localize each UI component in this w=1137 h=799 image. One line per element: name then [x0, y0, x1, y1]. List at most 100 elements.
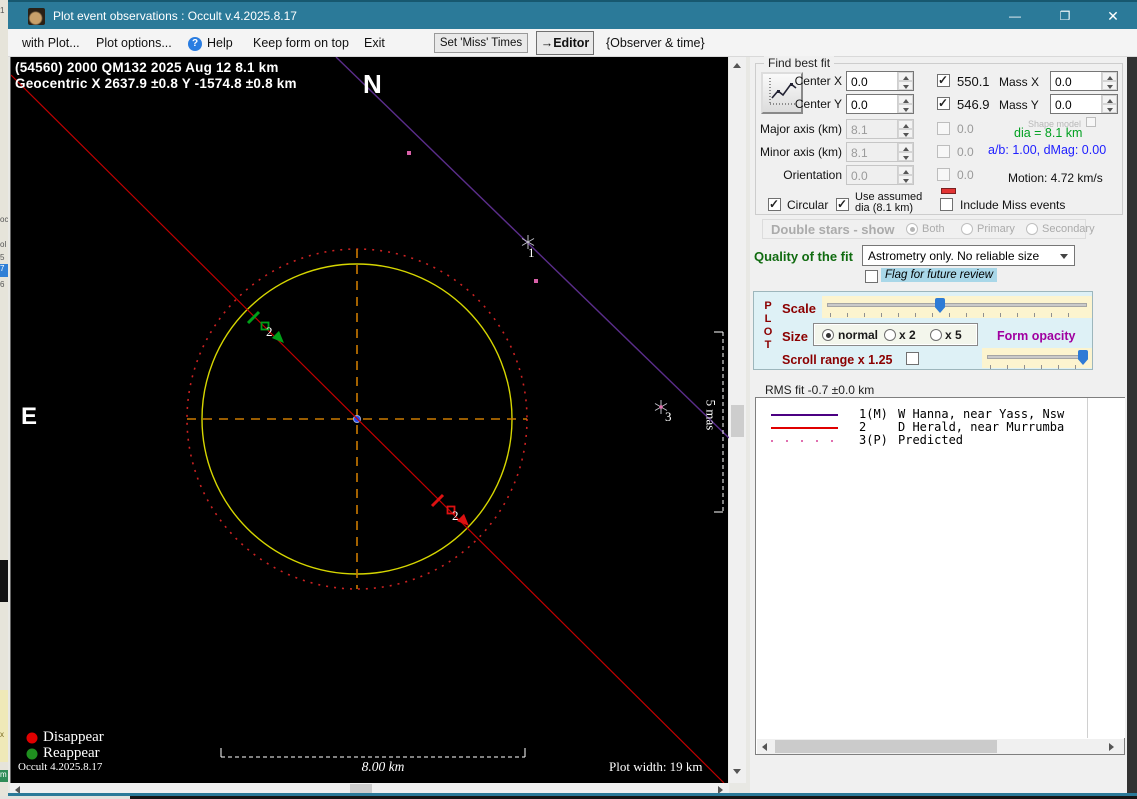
list-hscroll-thumb[interactable] — [775, 740, 997, 753]
maximize-button[interactable]: ❒ — [1048, 2, 1082, 31]
minor-axis-unc-value: 0.0 — [957, 145, 974, 159]
scroll-down-icon[interactable] — [733, 769, 741, 774]
size-normal-radio[interactable] — [822, 329, 834, 341]
north-label: N — [363, 69, 382, 99]
center-y-spinner[interactable]: 0.0 — [846, 94, 914, 114]
menu-keep-form-on-top[interactable]: Keep form on top — [253, 36, 349, 50]
orientation-value: 0.0 — [851, 169, 868, 183]
flag-review-label: Flag for future review — [881, 268, 998, 282]
list-hscrollbar[interactable] — [757, 739, 1124, 754]
predicted-dot — [534, 279, 538, 283]
star-y-checkbox[interactable] — [937, 96, 950, 110]
shape-model-checkbox[interactable] — [1086, 117, 1096, 127]
predicted-dot — [407, 151, 411, 155]
quality-value: Astrometry only. No reliable size — [868, 249, 1040, 263]
include-miss-checkbox[interactable] — [940, 198, 953, 211]
menu-plot-options[interactable]: Plot options... — [96, 36, 172, 50]
size-normal-label: normal — [838, 328, 879, 342]
center-x-value[interactable]: 0.0 — [847, 72, 897, 90]
window-title: Plot event observations : Occult v.4.202… — [53, 9, 297, 23]
mass-y-value[interactable]: 0.0 — [1051, 95, 1101, 113]
chord-2-number-disappear: 2 — [452, 508, 459, 523]
star-x-checkbox[interactable] — [937, 73, 950, 87]
title-bar[interactable]: Plot event observations : Occult v.4.202… — [8, 0, 1137, 29]
double-both-radio — [906, 223, 918, 235]
opacity-slider-thumb[interactable] — [1078, 350, 1088, 365]
disappear-legend-dot — [26, 732, 38, 744]
editor-button[interactable]: →Editor — [536, 31, 594, 55]
minor-axis-unc-checkbox — [937, 145, 950, 158]
spin-down-icon[interactable] — [1102, 81, 1117, 90]
size-x2-label: x 2 — [899, 328, 916, 342]
scroll-range-checkbox[interactable] — [906, 352, 919, 365]
spin-up-icon[interactable] — [1102, 72, 1117, 81]
scroll-up-icon[interactable] — [733, 63, 741, 68]
bg-fragment: ol — [0, 240, 7, 249]
motion-arrow-red — [456, 513, 469, 526]
scroll-right-icon[interactable] — [1109, 743, 1114, 751]
center-y-value[interactable]: 0.0 — [847, 95, 897, 113]
set-miss-times-button[interactable]: Set 'Miss' Times — [434, 33, 528, 53]
scalebar-label: 8.00 km — [361, 759, 405, 774]
major-axis-value: 8.1 — [851, 123, 868, 137]
spin-up-icon[interactable] — [898, 95, 913, 104]
double-primary-radio — [961, 223, 973, 235]
bg-fragment: 5 — [0, 253, 5, 262]
major-axis-unc-checkbox — [937, 122, 950, 135]
opacity-slider-track[interactable] — [987, 355, 1087, 359]
include-miss-label: Include Miss events — [960, 198, 1066, 212]
mass-y-spinner[interactable]: 0.0 — [1050, 94, 1118, 114]
screen: { "window": { "title": "Plot event obser… — [0, 0, 1137, 799]
spin-up-icon[interactable] — [1102, 95, 1117, 104]
minimize-button[interactable]: — — [998, 2, 1032, 31]
vscroll-thumb[interactable] — [731, 405, 744, 437]
scale-slider-thumb[interactable] — [935, 298, 945, 313]
spin-up-icon[interactable] — [898, 72, 913, 81]
plot-canvas — [11, 57, 729, 783]
rms-fit-label: RMS fit -0.7 ±0.0 km — [765, 383, 875, 397]
obs-number: 1(M) — [859, 407, 888, 421]
close-button[interactable]: ✕ — [1096, 2, 1130, 31]
scale-slider-track[interactable] — [827, 303, 1087, 307]
chevron-down-icon[interactable] — [1060, 254, 1068, 259]
mass-x-spinner[interactable]: 0.0 — [1050, 71, 1118, 91]
menu-help[interactable]: Help — [207, 36, 233, 50]
observations-list[interactable]: 1(M) W Hanna, near Yass, Nsw 2 D Herald,… — [755, 397, 1125, 755]
quality-dropdown[interactable]: Astrometry only. No reliable size — [862, 245, 1075, 266]
bg-fragment: 6 — [0, 280, 5, 289]
obs-line-swatch — [771, 427, 838, 429]
plot-vscrollbar[interactable] — [729, 57, 746, 783]
version-label: Occult 4.2025.8.17 — [18, 761, 103, 773]
circular-checkbox[interactable] — [768, 197, 781, 211]
legend-reappear-label: Reappear — [43, 745, 100, 761]
east-label: E — [21, 403, 38, 430]
spin-down-icon[interactable] — [1102, 104, 1117, 113]
observer-time-label[interactable]: {Observer & time} — [606, 36, 705, 50]
bg-selected-row: 7 — [0, 264, 8, 277]
spin-down-icon[interactable] — [898, 81, 913, 90]
plot-area[interactable]: (54560) 2000 QM132 2025 Aug 12 8.1 km Ge… — [10, 57, 729, 783]
use-assumed-checkbox[interactable] — [836, 197, 849, 211]
flag-review-checkbox[interactable] — [865, 270, 878, 283]
spin-down-icon[interactable] — [898, 104, 913, 113]
form-opacity-slider[interactable] — [982, 348, 1092, 369]
size-radio-group: normal x 2 x 5 — [813, 323, 978, 346]
disappear-errorbar — [430, 493, 445, 508]
center-y-label: Center Y — [794, 97, 842, 111]
menu-with-plot[interactable]: with Plot... — [22, 36, 80, 50]
scale-slider[interactable] — [822, 296, 1092, 318]
orientation-spinner: 0.0 — [846, 165, 914, 185]
major-axis-label: Major axis (km) — [759, 122, 842, 136]
obs-name: Predicted — [898, 433, 964, 447]
scroll-left-icon[interactable] — [762, 743, 767, 751]
size-x2-radio[interactable] — [884, 329, 896, 341]
find-best-fit-group: Find best fit Center X 0.0 550.1 Mass X … — [755, 56, 1123, 215]
center-x-spinner[interactable]: 0.0 — [846, 71, 914, 91]
chord-3-number: 3 — [665, 409, 672, 424]
mass-x-label: Mass X — [999, 75, 1040, 89]
mass-x-value[interactable]: 0.0 — [1051, 72, 1101, 90]
menu-exit[interactable]: Exit — [364, 36, 385, 50]
plot-vertical-label: PLOT — [763, 300, 773, 351]
bg-thumbnail — [0, 560, 8, 602]
size-x5-radio[interactable] — [930, 329, 942, 341]
